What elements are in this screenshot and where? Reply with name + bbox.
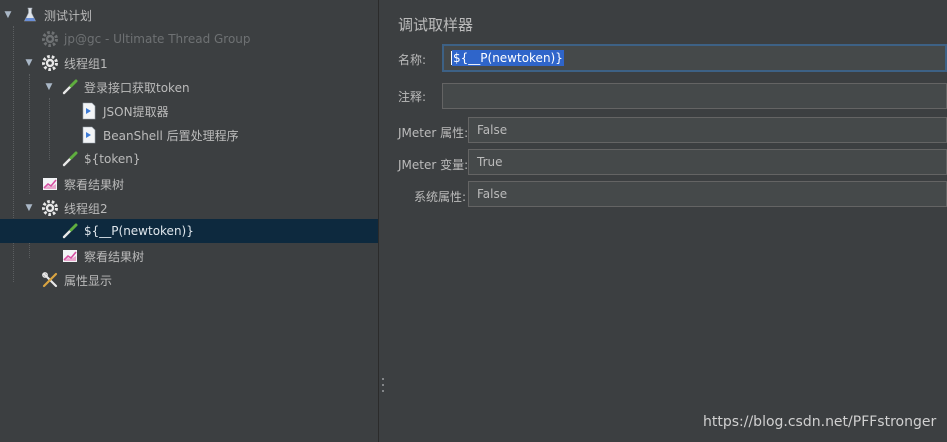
- tree-node-debug-sampler[interactable]: ${__P(newtoken)}: [0, 219, 378, 243]
- tree-node-ultimate-thread-group[interactable]: jp@gc - Ultimate Thread Group: [0, 27, 378, 51]
- pipette-icon: [61, 222, 79, 240]
- tree-node-label: BeanShell 后置处理程序: [103, 128, 239, 143]
- jmeter-variables-value: True: [477, 155, 503, 169]
- drag-handle-icon[interactable]: [381, 378, 385, 392]
- collapse-arrow-icon[interactable]: ▼: [3, 10, 13, 20]
- chart-icon: [61, 247, 79, 265]
- tree-node-label: 察看结果树: [64, 177, 125, 192]
- jmeter-properties-value: False: [477, 123, 508, 137]
- system-properties-label: 系统属性:: [414, 190, 467, 204]
- comment-label: 注释:: [398, 90, 427, 104]
- gear-icon: [41, 54, 59, 72]
- jmeter-variables-label: JMeter 变量:: [398, 158, 469, 172]
- name-field[interactable]: ${__P(newtoken)}: [442, 44, 947, 72]
- tree-node-label: 察看结果树: [84, 249, 145, 264]
- post-processor-icon: [80, 126, 98, 144]
- system-properties-select[interactable]: False: [468, 181, 947, 207]
- tree-node-label: jp@gc - Ultimate Thread Group: [64, 32, 251, 46]
- tree-node-test-plan[interactable]: ▼ 测试计划: [0, 3, 378, 27]
- tree-node-login-sampler[interactable]: ▼ 登录接口获取token: [0, 75, 378, 99]
- pipette-icon: [61, 150, 79, 168]
- jmeter-variables-select[interactable]: True: [468, 149, 947, 175]
- jmeter-properties-label: JMeter 属性:: [398, 126, 469, 140]
- tree-node-thread-group-2[interactable]: ▼ 线程组2: [0, 196, 378, 220]
- tree-node-label: ${token}: [84, 152, 141, 166]
- debug-sampler-editor: 调试取样器 名称: ${__P(newtoken)} 注释: JMeter 属性…: [388, 0, 947, 442]
- tree-node-view-results-tree-1[interactable]: 察看结果树: [0, 172, 378, 196]
- chart-icon: [41, 175, 59, 193]
- flask-icon: [21, 6, 39, 24]
- comment-field[interactable]: [442, 83, 947, 109]
- name-field-value: ${__P(newtoken)}: [452, 50, 564, 66]
- tree-node-token-sampler[interactable]: ${token}: [0, 147, 378, 171]
- collapse-arrow-icon[interactable]: ▼: [24, 203, 34, 213]
- tree-node-label: 属性显示: [64, 273, 113, 288]
- tree-node-label: 测试计划: [44, 8, 93, 23]
- editor-title: 调试取样器: [398, 16, 474, 34]
- tree-node-json-extractor[interactable]: JSON提取器: [0, 99, 378, 123]
- tree-node-label: JSON提取器: [103, 104, 169, 119]
- tree-node-view-results-tree-2[interactable]: 察看结果树: [0, 244, 378, 268]
- tree-node-beanshell-post-processor[interactable]: BeanShell 后置处理程序: [0, 123, 378, 147]
- tree-node-thread-group-1[interactable]: ▼ 线程组1: [0, 51, 378, 75]
- tree-node-label: 线程组1: [64, 56, 108, 71]
- gear-icon: [41, 199, 59, 217]
- watermark-url: https://blog.csdn.net/PFFstronger: [703, 414, 937, 430]
- tree-node-label: 线程组2: [64, 201, 108, 216]
- post-processor-icon: [80, 102, 98, 120]
- test-plan-tree[interactable]: ▼ 测试计划 jp@gc - Ultimate Thread Group ▼ 线…: [0, 0, 379, 442]
- name-label: 名称:: [398, 53, 427, 67]
- system-properties-value: False: [477, 187, 508, 201]
- gear-icon: [41, 30, 59, 48]
- collapse-arrow-icon[interactable]: ▼: [44, 82, 54, 92]
- tree-node-property-display[interactable]: 属性显示: [0, 268, 378, 292]
- tree-node-label: 登录接口获取token: [84, 80, 190, 95]
- pipette-icon: [61, 78, 79, 96]
- tools-icon: [41, 271, 59, 289]
- split-pane-divider[interactable]: [379, 0, 387, 442]
- collapse-arrow-icon[interactable]: ▼: [24, 58, 34, 68]
- tree-node-label: ${__P(newtoken)}: [84, 224, 194, 238]
- jmeter-properties-select[interactable]: False: [468, 117, 947, 143]
